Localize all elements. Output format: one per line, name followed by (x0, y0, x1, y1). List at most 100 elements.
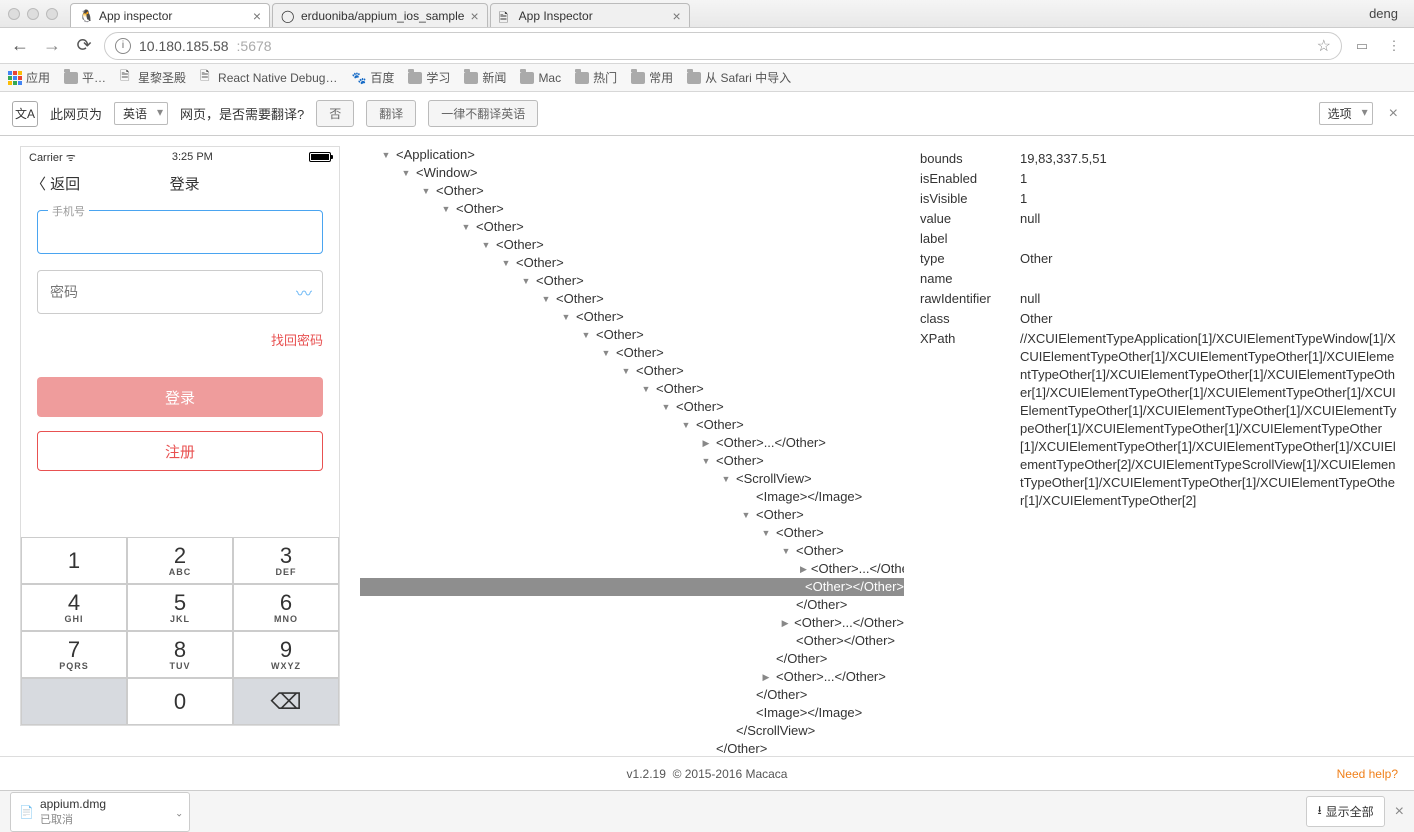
eye-icon[interactable]: 〰 (296, 280, 312, 304)
backspace-key[interactable]: ⌫ (233, 678, 339, 725)
tree-node[interactable]: </Other> (360, 740, 904, 756)
tree-toggle-icon[interactable]: ▼ (420, 182, 432, 200)
tree-node[interactable]: ▼<Other> (360, 326, 904, 344)
keypad-key[interactable]: 8TUV (127, 631, 233, 678)
tree-node[interactable]: ▼<Application> (360, 146, 904, 164)
bookmark-item[interactable]: 从 Safari 中导入 (687, 67, 791, 88)
tree-node[interactable]: <Other></Other> (360, 632, 904, 650)
translate-close-icon[interactable]: × (1385, 105, 1402, 123)
tree-toggle-icon[interactable]: ▼ (460, 218, 472, 236)
traffic-lights[interactable] (8, 8, 58, 20)
tree-node[interactable]: ▼<Other> (360, 452, 904, 470)
help-link[interactable]: Need help? (1337, 767, 1398, 781)
bookmark-item[interactable]: Mac (520, 67, 561, 88)
tree-toggle-icon[interactable]: ▼ (600, 344, 612, 362)
tree-node[interactable]: ▼<Other> (360, 380, 904, 398)
forward-button[interactable]: → (40, 34, 64, 58)
back-button[interactable]: ← (8, 34, 32, 58)
tab-close-icon[interactable]: × (470, 8, 478, 24)
register-button[interactable]: 注册 (37, 431, 323, 471)
browser-tab[interactable]: 🐧App inspector× (70, 3, 270, 27)
tree-node[interactable]: ▼<Window> (360, 164, 904, 182)
tree-toggle-icon[interactable]: ▶ (780, 614, 790, 632)
tab-close-icon[interactable]: × (253, 8, 261, 24)
tree-node[interactable]: ▶<Other>...</Other> (360, 560, 904, 578)
tree-toggle-icon[interactable]: ▼ (500, 254, 512, 272)
translate-yes-button[interactable]: 翻译 (366, 100, 416, 127)
tree-node[interactable]: ▼<Other> (360, 308, 904, 326)
keypad-key[interactable]: 9WXYZ (233, 631, 339, 678)
password-field[interactable]: 〰 (37, 270, 323, 314)
site-info-icon[interactable]: i (115, 38, 131, 54)
tree-node[interactable]: </ScrollView> (360, 722, 904, 740)
tree-node[interactable]: ▼<Other> (360, 200, 904, 218)
tree-toggle-icon[interactable]: ▼ (780, 542, 792, 560)
apps-shortcut[interactable]: 应用 (8, 69, 50, 86)
keypad-key[interactable]: 0 (127, 678, 233, 725)
tree-toggle-icon[interactable]: ▶ (800, 560, 807, 578)
tree-node[interactable]: </Other> (360, 650, 904, 668)
forgot-password-link[interactable]: 找回密码 (37, 330, 323, 349)
tree-node[interactable]: ▶<Other>...</Other> (360, 434, 904, 452)
show-all-downloads[interactable]: ⭳显示全部 (1306, 796, 1384, 827)
keypad-key[interactable]: 6MNO (233, 584, 339, 631)
tree-toggle-icon[interactable]: ▼ (720, 470, 732, 488)
profile-name[interactable]: deng (1369, 6, 1406, 21)
tree-toggle-icon[interactable]: ▼ (440, 200, 452, 218)
tree-toggle-icon[interactable]: ▶ (700, 434, 712, 452)
tree-toggle-icon[interactable]: ▼ (640, 380, 652, 398)
tree-node[interactable]: ▶<Other>...</Other> (360, 614, 904, 632)
menu-icon[interactable]: ⋮ (1382, 38, 1406, 54)
keypad-key[interactable]: 7PQRS (21, 631, 127, 678)
tree-toggle-icon[interactable]: ▼ (560, 308, 572, 326)
browser-tab[interactable]: ◯erduoniba/appium_ios_sample× (272, 3, 488, 27)
tree-node[interactable]: </Other> (360, 686, 904, 704)
tree-node[interactable]: ▼<Other> (360, 542, 904, 560)
tree-toggle-icon[interactable]: ▼ (620, 362, 632, 380)
translate-lang-select[interactable]: 英语 (114, 102, 168, 125)
bookmark-item[interactable]: 🐾百度 (351, 67, 394, 88)
download-item[interactable]: 📄 appium.dmg 已取消 (10, 792, 190, 832)
bookmark-item[interactable]: 常用 (631, 67, 673, 88)
login-button[interactable]: 登录 (37, 377, 323, 417)
password-input[interactable] (38, 271, 322, 313)
bookmark-item[interactable]: 🗎React Native Debug… (200, 67, 337, 88)
translate-never-button[interactable]: 一律不翻译英语 (428, 100, 538, 127)
tree-node[interactable]: ▼<Other> (360, 272, 904, 290)
tree-node[interactable]: <Image></Image> (360, 488, 904, 506)
tree-toggle-icon[interactable]: ▼ (660, 398, 672, 416)
tree-toggle-icon[interactable]: ▼ (580, 326, 592, 344)
tree-toggle-icon[interactable]: ▼ (700, 452, 712, 470)
tree-node[interactable]: ▼<Other> (360, 236, 904, 254)
tree-node[interactable]: ▼<Other> (360, 254, 904, 272)
tree-toggle-icon[interactable]: ▼ (480, 236, 492, 254)
keypad-key[interactable]: 3DEF (233, 537, 339, 584)
address-bar[interactable]: i 10.180.185.58:5678 ☆ (104, 32, 1342, 60)
element-tree[interactable]: ▼<Application>▼<Window>▼<Other>▼<Other>▼… (360, 136, 904, 756)
tree-node[interactable]: ▼<Other> (360, 290, 904, 308)
keypad-key[interactable]: 1 (21, 537, 127, 584)
tree-toggle-icon[interactable]: ▼ (380, 146, 392, 164)
bookmark-item[interactable]: 学习 (408, 67, 450, 88)
tree-node[interactable]: ▼<Other> (360, 524, 904, 542)
tree-node[interactable]: <Other></Other> (360, 578, 904, 596)
keypad-key[interactable]: 4GHI (21, 584, 127, 631)
browser-tab[interactable]: 🗎App Inspector× (490, 3, 690, 27)
reload-button[interactable]: ⟳ (72, 34, 96, 58)
bookmark-item[interactable]: 平… (64, 67, 106, 88)
downloads-close-icon[interactable]: × (1395, 803, 1404, 821)
tree-node[interactable]: ▼<Other> (360, 218, 904, 236)
extensions-icon[interactable]: ▭ (1350, 38, 1374, 54)
bookmark-item[interactable]: 新闻 (464, 67, 506, 88)
keypad-key[interactable]: 5JKL (127, 584, 233, 631)
tree-node[interactable]: ▼<Other> (360, 416, 904, 434)
tree-toggle-icon[interactable]: ▼ (540, 290, 552, 308)
tab-close-icon[interactable]: × (672, 8, 680, 24)
tree-node[interactable]: ▼<Other> (360, 506, 904, 524)
tree-toggle-icon[interactable]: ▼ (520, 272, 532, 290)
phone-field[interactable]: 手机号 (37, 210, 323, 254)
tree-node[interactable]: ▼<Other> (360, 362, 904, 380)
tree-toggle-icon[interactable]: ▼ (680, 416, 692, 434)
bookmark-star-icon[interactable]: ☆ (1317, 36, 1331, 56)
bookmark-item[interactable]: 🗎星黎圣殿 (120, 67, 186, 88)
